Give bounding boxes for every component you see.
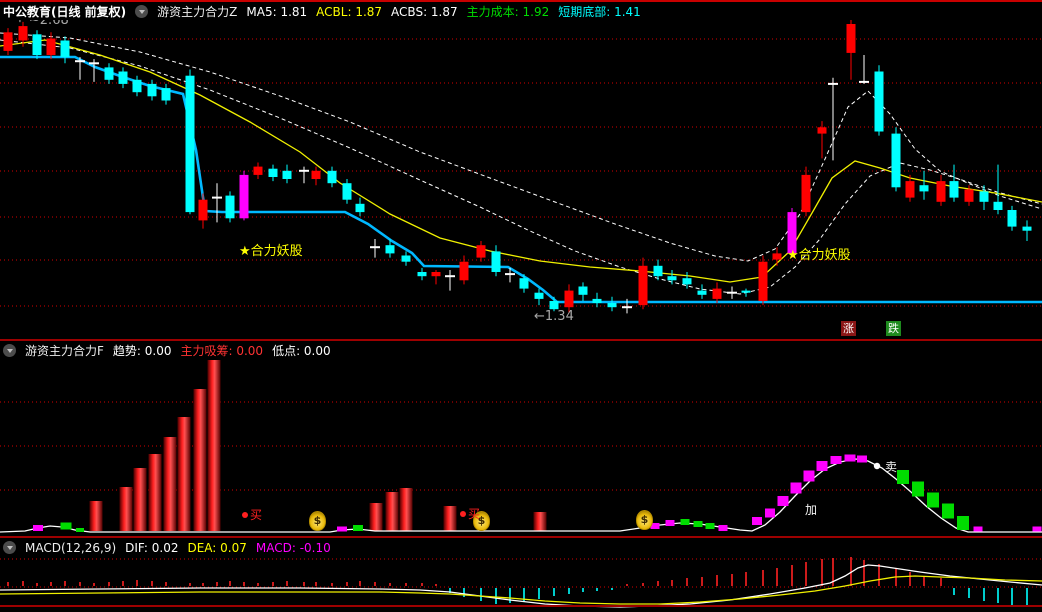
collapse-indicator-icon[interactable] xyxy=(3,344,16,357)
buy-text: 买 xyxy=(250,508,263,522)
dea-value: DEA: 0.07 xyxy=(187,540,247,555)
indicator-name: 游资主力合力F xyxy=(25,344,104,358)
moneybag-icon: $ xyxy=(309,511,326,531)
low-point-value: 低点: 0.00 xyxy=(272,344,331,358)
trend-value: 趋势: 0.00 xyxy=(112,344,172,358)
panel-separator-2[interactable] xyxy=(0,536,1042,538)
collapse-indicator-icon[interactable] xyxy=(3,541,16,554)
accumulation-value: 主力吸筹: 0.00 xyxy=(180,344,264,358)
acbl-value: ACBL: 1.87 xyxy=(316,4,383,19)
macd-value: MACD: -0.10 xyxy=(255,540,331,555)
buy-dot-icon xyxy=(460,510,466,517)
monster-stock-star-label-2: ★合力妖股 xyxy=(787,248,851,263)
buy-text: 买 xyxy=(468,507,481,521)
buy-dot-icon xyxy=(242,511,248,518)
trading-app-window: 中公教育(日线 前复权) 游资主力合力Z MA5: 1.81 ACBL: 1.8… xyxy=(0,0,1042,612)
macd-header: MACD(12,26,9) DIF: 0.02 DEA: 0.07 MACD: … xyxy=(0,539,1042,556)
window-bottom-border xyxy=(0,605,1042,607)
low-price-label: ←1.34 xyxy=(534,309,574,324)
sell-signal-label: 卖 xyxy=(885,460,898,474)
short-bottom-value: 短期底部: 1.41 xyxy=(558,5,641,19)
acbs-value: ACBS: 1.87 xyxy=(391,4,458,19)
monster-stock-star-label-1: ★合力妖股 xyxy=(239,244,303,259)
ma5-value: MA5: 1.81 xyxy=(246,4,308,19)
add-position-label: 加 xyxy=(805,503,818,517)
main-cost-value: 主力成本: 1.92 xyxy=(466,5,550,19)
indicator-name: MACD(12,26,9) xyxy=(25,540,117,555)
fall-tag[interactable]: 跌 xyxy=(886,321,901,336)
panel-separator-1[interactable] xyxy=(0,339,1042,341)
dif-value: DIF: 0.02 xyxy=(125,540,179,555)
indicator-name: 游资主力合力Z xyxy=(157,5,238,19)
sub-indicator-header: 游资主力合力F 趋势: 0.00 主力吸筹: 0.00 低点: 0.00 xyxy=(0,342,1042,359)
main-chart-header: 中公教育(日线 前复权) 游资主力合力Z MA5: 1.81 ACBL: 1.8… xyxy=(0,3,1042,20)
rise-tag[interactable]: 涨 xyxy=(841,321,856,336)
moneybag-icon: $ xyxy=(636,510,653,530)
collapse-indicator-icon[interactable] xyxy=(135,5,149,18)
window-top-border xyxy=(0,0,1042,2)
stock-title: 中公教育(日线 前复权) xyxy=(3,5,127,19)
buy-signal-label: 买 xyxy=(242,506,262,523)
chart-canvas xyxy=(0,19,1042,608)
buy-signal-label: 买 xyxy=(460,505,480,522)
